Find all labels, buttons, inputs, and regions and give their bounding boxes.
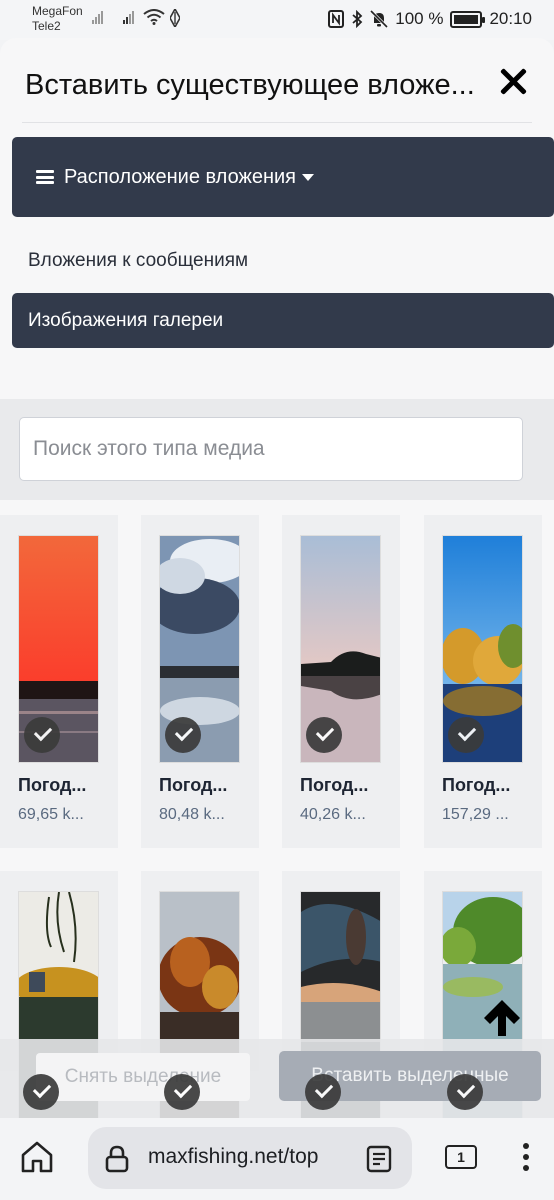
media-size: 69,65 k... — [18, 806, 84, 823]
media-name: Погод... — [442, 775, 511, 795]
address-bar[interactable]: maxfishing.net/top — [88, 1127, 412, 1189]
selected-check-icon[interactable] — [23, 1074, 59, 1110]
hamburger-icon — [36, 170, 54, 184]
selected-check-icon[interactable] — [164, 1074, 200, 1110]
status-bar: MegaFon Tele2 100 % 20:10 — [0, 0, 554, 40]
media-card[interactable]: Погод... 80,48 k... — [141, 515, 259, 848]
url-text: maxfishing.net/top — [148, 1145, 319, 1168]
selected-check-icon[interactable] — [305, 1074, 341, 1110]
media-thumbnail — [442, 535, 523, 763]
close-icon[interactable] — [498, 66, 528, 96]
tab-gallery-label: Изображения галереи — [28, 309, 224, 331]
tabs-counter-icon[interactable]: 1 — [445, 1145, 477, 1169]
browser-toolbar: maxfishing.net/top 1 — [0, 1118, 554, 1200]
data-transfer-icon — [170, 9, 180, 27]
carrier-1: MegaFon — [32, 4, 83, 18]
modal-title: Вставить существующее вложе... — [25, 69, 475, 101]
search-section — [0, 399, 554, 500]
media-search-input[interactable] — [19, 417, 523, 481]
media-thumbnail — [159, 535, 240, 763]
tab-gallery-images[interactable]: Изображения галереи — [12, 293, 554, 348]
media-size: 80,48 k... — [159, 806, 225, 823]
clock: 20:10 — [489, 9, 532, 28]
bluetooth-icon — [352, 10, 363, 28]
selected-check-icon[interactable] — [165, 717, 201, 753]
media-name: Погод... — [300, 775, 369, 795]
media-size: 40,26 k... — [300, 806, 366, 823]
signal-1-icon — [92, 10, 103, 24]
carrier-names: MegaFon Tele2 — [32, 4, 83, 34]
selected-check-icon[interactable] — [448, 717, 484, 753]
divider — [22, 122, 532, 123]
deselect-button[interactable]: Снять выделение — [36, 1053, 250, 1101]
location-label: Расположение вложения — [64, 165, 297, 188]
selected-check-icon[interactable] — [24, 717, 60, 753]
more-menu-icon[interactable] — [521, 1143, 531, 1173]
media-thumbnail — [300, 535, 381, 763]
media-card[interactable]: Погод... 40,26 k... — [282, 515, 400, 848]
tab-message-attachments[interactable]: Вложения к сообщениям — [28, 250, 248, 272]
media-name: Погод... — [159, 775, 228, 795]
insert-attachment-modal: Вставить существующее вложе... Расположе… — [0, 38, 554, 1118]
battery-icon — [450, 10, 486, 28]
media-thumbnail — [18, 535, 99, 763]
reader-mode-icon[interactable] — [366, 1145, 392, 1173]
carrier-2: Tele2 — [32, 19, 61, 33]
lock-icon — [105, 1145, 129, 1173]
media-name: Погод... — [18, 775, 87, 795]
arrow-up-icon[interactable] — [481, 998, 523, 1038]
media-card[interactable]: Погод... 157,29 ... — [424, 515, 542, 848]
media-card[interactable]: Погод... 69,65 k... — [0, 515, 118, 848]
battery-percent: 100 % — [395, 9, 444, 28]
selected-check-icon[interactable] — [306, 717, 342, 753]
bell-muted-icon — [370, 10, 389, 28]
selected-check-icon[interactable] — [447, 1074, 483, 1110]
signal-2-icon — [123, 10, 134, 24]
wifi-icon — [143, 9, 165, 25]
home-icon[interactable] — [20, 1140, 54, 1174]
caret-down-icon — [302, 173, 315, 181]
attachment-location-dropdown[interactable]: Расположение вложения — [12, 137, 554, 217]
media-size: 157,29 ... — [442, 806, 509, 823]
nfc-icon — [328, 10, 345, 28]
